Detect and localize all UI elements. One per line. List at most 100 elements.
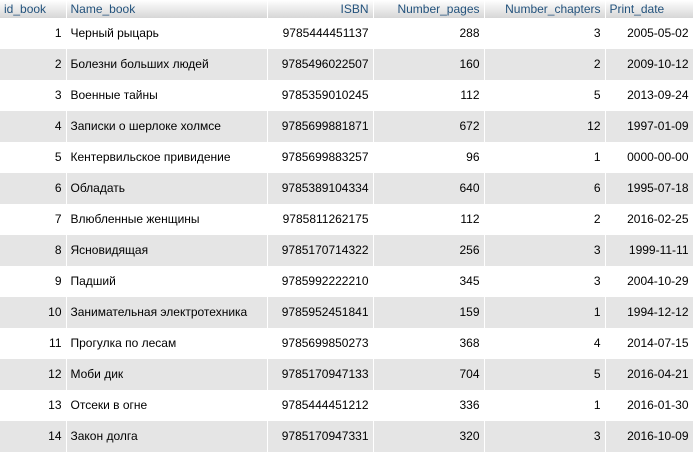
cell-number-chapters: 2 — [484, 49, 605, 80]
cell-number-pages: 96 — [373, 142, 484, 173]
cell-number-pages: 288 — [373, 18, 484, 49]
cell-number-chapters: 5 — [484, 80, 605, 111]
table-row: 8 Ясновидящая 9785170714322 256 3 1999-1… — [0, 235, 693, 266]
cell-id-book: 14 — [0, 421, 66, 452]
cell-id-book: 7 — [0, 204, 66, 235]
table-row: 7 Влюбленные женщины 9785811262175 112 2… — [0, 204, 693, 235]
cell-number-chapters: 6 — [484, 173, 605, 204]
cell-isbn: 9785444451137 — [267, 18, 373, 49]
cell-print-date: 0000-00-00 — [605, 142, 693, 173]
cell-isbn: 9785699883257 — [267, 142, 373, 173]
column-header-print-date[interactable]: Print_date — [605, 0, 693, 18]
cell-name-book: Падший — [66, 266, 267, 297]
cell-number-chapters: 2 — [484, 204, 605, 235]
cell-number-pages: 336 — [373, 390, 484, 421]
cell-number-pages: 112 — [373, 204, 484, 235]
cell-id-book: 9 — [0, 266, 66, 297]
cell-name-book: Болезни больших людей — [66, 49, 267, 80]
books-table: id_book Name_book ISBN Number_pages Numb… — [0, 0, 693, 452]
cell-number-chapters: 3 — [484, 266, 605, 297]
cell-name-book: Прогулка по лесам — [66, 328, 267, 359]
cell-id-book: 3 — [0, 80, 66, 111]
cell-print-date: 2014-07-15 — [605, 328, 693, 359]
cell-isbn: 9785699881871 — [267, 111, 373, 142]
cell-print-date: 1997-01-09 — [605, 111, 693, 142]
cell-number-pages: 320 — [373, 421, 484, 452]
table-row: 13 Отсеки в огне 9785444451212 336 1 201… — [0, 390, 693, 421]
cell-number-pages: 345 — [373, 266, 484, 297]
table-row: 3 Военные тайны 9785359010245 112 5 2013… — [0, 80, 693, 111]
cell-id-book: 13 — [0, 390, 66, 421]
cell-name-book: Влюбленные женщины — [66, 204, 267, 235]
cell-number-chapters: 3 — [484, 235, 605, 266]
cell-number-chapters: 4 — [484, 328, 605, 359]
table-row: 9 Падший 9785992222210 345 3 2004-10-29 — [0, 266, 693, 297]
cell-isbn: 9785992222210 — [267, 266, 373, 297]
cell-id-book: 4 — [0, 111, 66, 142]
column-header-name-book[interactable]: Name_book — [66, 0, 268, 18]
cell-name-book: Записки о шерлоке холмсе — [66, 111, 267, 142]
cell-isbn: 9785952451841 — [267, 297, 373, 328]
table-row: 6 Обладать 9785389104334 640 6 1995-07-1… — [0, 173, 693, 204]
cell-number-chapters: 1 — [484, 390, 605, 421]
cell-print-date: 1994-12-12 — [605, 297, 693, 328]
cell-isbn: 9785444451212 — [267, 390, 373, 421]
cell-print-date: 2016-02-25 — [605, 204, 693, 235]
cell-number-pages: 159 — [373, 297, 484, 328]
cell-print-date: 2004-10-29 — [605, 266, 693, 297]
cell-number-pages: 640 — [373, 173, 484, 204]
cell-id-book: 12 — [0, 359, 66, 390]
table-row: 11 Прогулка по лесам 9785699850273 368 4… — [0, 328, 693, 359]
cell-id-book: 6 — [0, 173, 66, 204]
cell-isbn: 9785170947331 — [267, 421, 373, 452]
cell-number-chapters: 3 — [484, 421, 605, 452]
cell-id-book: 8 — [0, 235, 66, 266]
cell-print-date: 2009-10-12 — [605, 49, 693, 80]
cell-isbn: 9785496022507 — [267, 49, 373, 80]
cell-isbn: 9785359010245 — [267, 80, 373, 111]
table-row: 1 Черный рыцарь 9785444451137 288 3 2005… — [0, 18, 693, 49]
table-body: 1 Черный рыцарь 9785444451137 288 3 2005… — [0, 18, 693, 452]
cell-isbn: 9785389104334 — [267, 173, 373, 204]
cell-print-date: 1999-11-11 — [605, 235, 693, 266]
cell-id-book: 1 — [0, 18, 66, 49]
table-row: 2 Болезни больших людей 9785496022507 16… — [0, 49, 693, 80]
table-row: 10 Занимательная электротехника 97859524… — [0, 297, 693, 328]
cell-print-date: 2016-04-21 — [605, 359, 693, 390]
cell-number-chapters: 1 — [484, 297, 605, 328]
table-header: id_book Name_book ISBN Number_pages Numb… — [0, 0, 693, 18]
cell-name-book: Ясновидящая — [66, 235, 267, 266]
cell-isbn: 9785170947133 — [267, 359, 373, 390]
cell-name-book: Занимательная электротехника — [66, 297, 267, 328]
cell-name-book: Военные тайны — [66, 80, 267, 111]
cell-isbn: 9785699850273 — [267, 328, 373, 359]
column-header-number-chapters[interactable]: Number_chapters — [484, 0, 606, 18]
column-header-isbn[interactable]: ISBN — [267, 0, 374, 18]
cell-isbn: 9785170714322 — [267, 235, 373, 266]
cell-print-date: 2013-09-24 — [605, 80, 693, 111]
cell-name-book: Закон долга — [66, 421, 267, 452]
cell-name-book: Обладать — [66, 173, 267, 204]
cell-number-pages: 672 — [373, 111, 484, 142]
cell-number-pages: 704 — [373, 359, 484, 390]
cell-number-chapters: 5 — [484, 359, 605, 390]
cell-isbn: 9785811262175 — [267, 204, 373, 235]
cell-name-book: Моби дик — [66, 359, 267, 390]
column-header-number-pages[interactable]: Number_pages — [373, 0, 485, 18]
cell-number-chapters: 1 — [484, 142, 605, 173]
cell-id-book: 10 — [0, 297, 66, 328]
cell-number-pages: 256 — [373, 235, 484, 266]
cell-number-pages: 160 — [373, 49, 484, 80]
cell-print-date: 1995-07-18 — [605, 173, 693, 204]
cell-number-chapters: 3 — [484, 18, 605, 49]
cell-number-chapters: 12 — [484, 111, 605, 142]
cell-name-book: Отсеки в огне — [66, 390, 267, 421]
cell-id-book: 11 — [0, 328, 66, 359]
header-row: id_book Name_book ISBN Number_pages Numb… — [0, 0, 693, 18]
table-row: 5 Кентервильское привидение 978569988325… — [0, 142, 693, 173]
table-row: 14 Закон долга 9785170947331 320 3 2016-… — [0, 421, 693, 452]
cell-name-book: Кентервильское привидение — [66, 142, 267, 173]
cell-print-date: 2005-05-02 — [605, 18, 693, 49]
column-header-id-book[interactable]: id_book — [0, 0, 67, 18]
cell-number-pages: 112 — [373, 80, 484, 111]
